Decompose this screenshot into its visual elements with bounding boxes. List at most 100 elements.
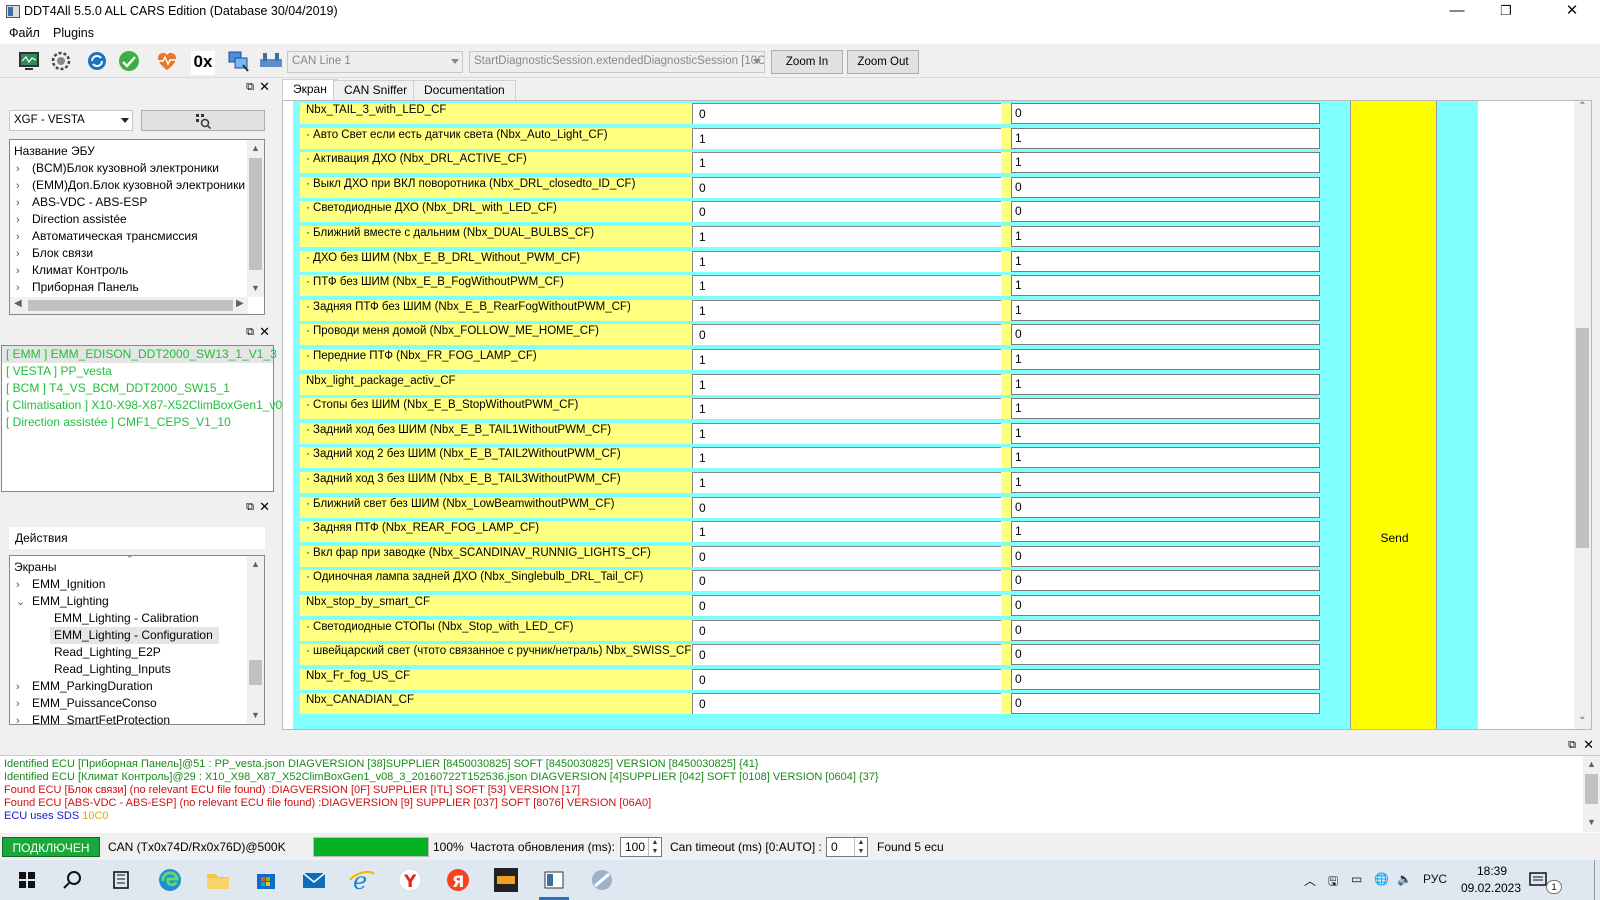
show-desktop-button[interactable] bbox=[1594, 860, 1600, 900]
scroll-up-icon[interactable]: ⌃ bbox=[1574, 101, 1591, 118]
ecu-tree-hscroll[interactable]: ◀ ▶ bbox=[10, 297, 248, 314]
param-input[interactable]: 0 bbox=[1011, 570, 1320, 591]
param-input[interactable]: 1 bbox=[1011, 472, 1320, 493]
device-icon[interactable]: 🖫 bbox=[1328, 872, 1338, 893]
scroll-thumb[interactable] bbox=[1576, 328, 1589, 548]
param-input[interactable]: 1 bbox=[1011, 152, 1320, 173]
mail-icon[interactable] bbox=[299, 866, 329, 894]
chevron-right-icon[interactable]: › bbox=[16, 246, 26, 263]
chevron-right-icon[interactable]: › bbox=[16, 229, 26, 246]
network-icon[interactable] bbox=[259, 49, 283, 73]
edge-browser-icon[interactable] bbox=[155, 866, 185, 894]
refresh-spinbox[interactable]: 100 ▲ ▼ bbox=[620, 837, 662, 857]
chevron-right-icon[interactable]: › bbox=[16, 577, 26, 594]
tab-can-sniffer[interactable]: CAN Sniffer bbox=[333, 80, 419, 100]
vehicle-select[interactable]: XGF - VESTA bbox=[9, 110, 133, 131]
chevron-right-icon[interactable]: › bbox=[16, 212, 26, 229]
gear-scan-icon[interactable] bbox=[49, 49, 73, 73]
ecu-tree-item[interactable]: › Приборная Панель bbox=[16, 279, 139, 296]
chevron-down-icon[interactable]: ⌄ bbox=[16, 594, 26, 611]
chevron-right-icon[interactable]: › bbox=[16, 178, 26, 195]
ie-browser-icon[interactable]: e bbox=[347, 866, 377, 894]
ecu-tree-vscroll[interactable]: ▲ ▼ bbox=[247, 140, 264, 297]
monitor-icon[interactable] bbox=[17, 49, 41, 73]
param-input[interactable]: 0 bbox=[1011, 546, 1320, 567]
screen-tree-item[interactable]: Read_Lighting_Inputs bbox=[50, 661, 171, 678]
tray-expand-icon[interactable]: ︿ bbox=[1304, 872, 1316, 889]
ecu-tree-item[interactable]: › (EMM)Доп.Блок кузовной электроники bbox=[16, 177, 245, 194]
param-input[interactable]: 0 bbox=[1011, 497, 1320, 518]
scroll-down-icon[interactable]: ▼ bbox=[247, 707, 264, 724]
spin-arrows-icon[interactable]: ▲ ▼ bbox=[648, 838, 661, 856]
sync-green-icon[interactable] bbox=[117, 49, 141, 73]
heartbeat-icon[interactable] bbox=[155, 49, 179, 73]
chevron-right-icon[interactable]: › bbox=[16, 161, 26, 178]
param-input[interactable]: 0 bbox=[1011, 177, 1320, 198]
screens-icon[interactable] bbox=[227, 49, 251, 73]
screen-tree-item[interactable]: › EMM_PuissanceConso bbox=[16, 695, 157, 712]
scroll-down-icon[interactable]: ▼ bbox=[1583, 814, 1600, 831]
ecu-file-item[interactable]: [ VESTA ] PP_vesta bbox=[6, 363, 112, 380]
windows-start-icon[interactable] bbox=[12, 866, 42, 894]
param-input[interactable]: 1 bbox=[1011, 447, 1320, 468]
language-indicator[interactable]: РУС bbox=[1423, 872, 1447, 886]
param-input[interactable]: 0 bbox=[1011, 669, 1320, 690]
notifications-icon[interactable] bbox=[1528, 870, 1548, 890]
zoom-out-button[interactable]: Zoom Out bbox=[847, 50, 919, 74]
param-input[interactable]: 0 bbox=[1011, 103, 1320, 124]
close-icon[interactable]: ✕ bbox=[1583, 737, 1594, 753]
chevron-right-icon[interactable]: › bbox=[16, 263, 26, 280]
task-view-icon[interactable] bbox=[106, 866, 136, 894]
ecu-tree-item[interactable]: › ABS-VDC - ABS-ESP bbox=[16, 194, 147, 211]
float-icon[interactable]: ⧉ bbox=[246, 81, 254, 94]
search-icon[interactable] bbox=[58, 866, 88, 894]
chevron-right-icon[interactable]: › bbox=[16, 713, 26, 724]
param-input[interactable]: 1 bbox=[1011, 275, 1320, 296]
ecu-tree-item[interactable]: › (BCM)Блок кузовной электроники bbox=[16, 160, 219, 177]
scroll-up-icon[interactable]: ▲ bbox=[247, 556, 264, 573]
param-input[interactable]: 0 bbox=[1011, 324, 1320, 345]
spin-arrows-icon[interactable]: ▲ ▼ bbox=[854, 838, 867, 856]
volume-icon[interactable]: 🔈 bbox=[1397, 872, 1412, 886]
chevron-right-icon[interactable]: › bbox=[16, 679, 26, 696]
screen-tree-item[interactable]: Read_Lighting_E2P bbox=[50, 644, 161, 661]
param-input[interactable]: 1 bbox=[1011, 251, 1320, 272]
session-select[interactable]: StartDiagnosticSession.extendedDiagnosti… bbox=[469, 51, 765, 73]
float-icon[interactable]: ⧉ bbox=[246, 501, 254, 514]
yandex-icon[interactable]: Я bbox=[443, 866, 473, 894]
param-input[interactable]: 1 bbox=[1011, 349, 1320, 370]
scroll-down-icon[interactable]: ⌄ bbox=[1574, 711, 1591, 728]
menu-file[interactable]: Файл bbox=[7, 26, 42, 40]
ecu-tree-item[interactable]: › Direction assistée bbox=[16, 211, 127, 228]
python-app-icon[interactable] bbox=[587, 866, 617, 894]
param-input[interactable]: 1 bbox=[1011, 398, 1320, 419]
close-button[interactable]: ✕ bbox=[1549, 0, 1595, 24]
ddt4all-window-icon[interactable] bbox=[539, 866, 569, 894]
scroll-right-icon[interactable]: ▶ bbox=[236, 298, 244, 309]
chevron-right-icon[interactable]: › bbox=[16, 696, 26, 713]
ecu-file-item[interactable]: [ Climatisation ] X10-X98-X87-X52ClimBox… bbox=[6, 397, 282, 414]
diag-app-icon[interactable] bbox=[491, 866, 521, 894]
scroll-down-icon[interactable]: ▼ bbox=[247, 280, 264, 297]
ecu-file-item[interactable]: [ EMM ] EMM_EDISON_DDT2000_SW13_1_V1_3 bbox=[2, 346, 277, 363]
ecu-file-item[interactable]: [ Direction assistée ] CMF1_CEPS_V1_10 bbox=[6, 414, 231, 431]
store-icon[interactable] bbox=[251, 866, 281, 894]
yandex-browser-icon[interactable]: Y bbox=[395, 866, 425, 894]
screens-tree-vscroll[interactable]: ▲ ▼ bbox=[247, 556, 264, 724]
scroll-left-icon[interactable]: ◀ bbox=[14, 298, 22, 309]
float-icon[interactable]: ⧉ bbox=[246, 326, 254, 339]
menu-plugins[interactable]: Plugins bbox=[51, 26, 96, 40]
close-icon[interactable]: ✕ bbox=[259, 324, 270, 340]
screen-vscroll[interactable]: ⌃ ⌄ bbox=[1574, 101, 1591, 729]
screen-tree-item[interactable]: EMM_Lighting - Calibration bbox=[50, 610, 199, 627]
log-vscroll[interactable]: ▲ ▼ bbox=[1583, 756, 1600, 832]
scan-button[interactable] bbox=[141, 110, 265, 131]
param-input[interactable]: 0 bbox=[1011, 693, 1320, 714]
tab-screen[interactable]: Экран bbox=[282, 79, 338, 100]
ecu-tree-item[interactable]: › Климат Контроль bbox=[16, 262, 128, 279]
param-input[interactable]: 0 bbox=[1011, 595, 1320, 616]
param-input[interactable]: 1 bbox=[1011, 300, 1320, 321]
battery-icon[interactable]: ▭ bbox=[1351, 872, 1362, 886]
scroll-thumb[interactable] bbox=[249, 660, 262, 685]
send-button[interactable]: Send bbox=[1350, 101, 1437, 729]
